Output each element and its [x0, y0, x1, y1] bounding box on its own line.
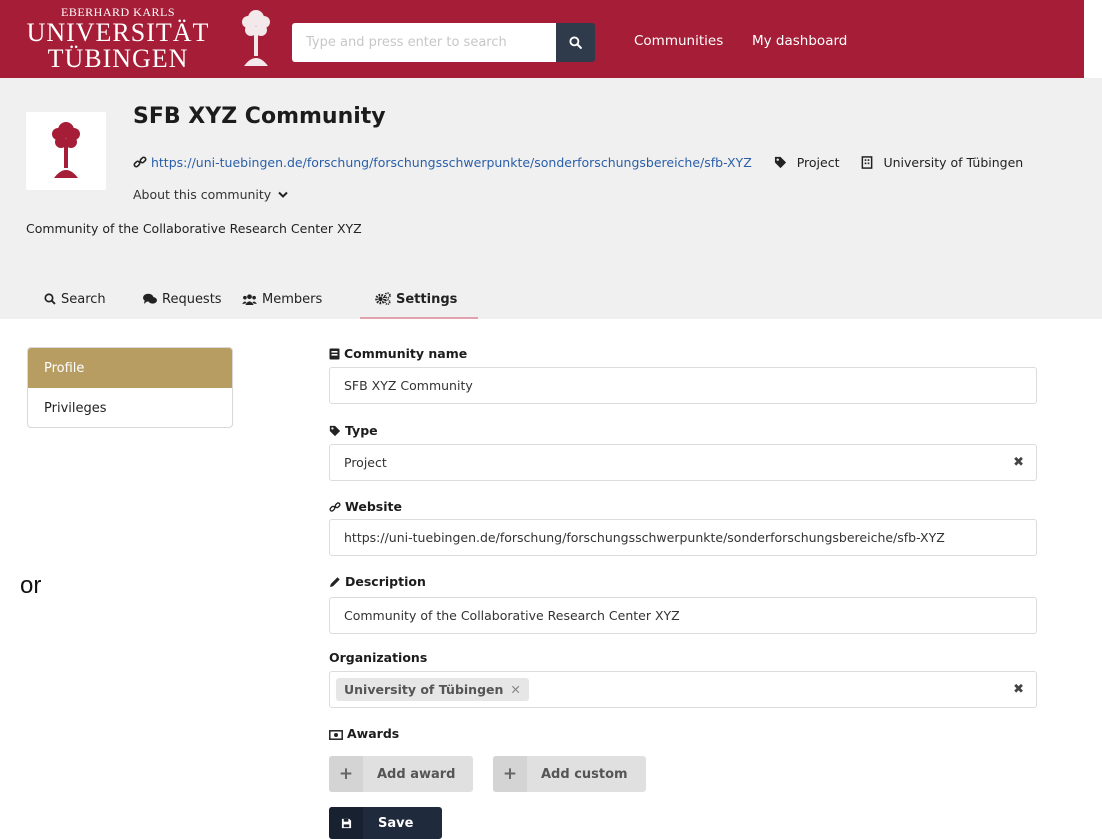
- awards-label: Awards: [329, 726, 399, 741]
- clear-organizations-icon[interactable]: ✖: [1013, 682, 1024, 697]
- website-value: https://uni-tuebingen.de/forschung/forsc…: [344, 530, 945, 545]
- building-icon: [862, 156, 873, 169]
- tab-requests-label: Requests: [162, 292, 222, 307]
- top-navbar: EBERHARD KARLS UNIVERSITÄT TÜBINGEN Comm…: [0, 0, 1084, 78]
- logo-line-2: UNIVERSITÄT: [26, 18, 210, 47]
- logo-line-1: EBERHARD KARLS: [60, 5, 175, 19]
- remove-organization-icon[interactable]: ✕: [510, 682, 520, 697]
- link-icon: [133, 156, 147, 168]
- type-select-value: Project: [344, 455, 387, 470]
- community-logo: [26, 112, 106, 190]
- plus-icon: +: [493, 756, 527, 792]
- tab-settings[interactable]: Settings: [375, 292, 457, 307]
- description-value: Community of the Collaborative Research …: [344, 608, 680, 623]
- tag-icon: [329, 425, 341, 437]
- side-menu-privileges[interactable]: Privileges: [28, 388, 232, 427]
- about-community-label: About this community: [133, 187, 272, 202]
- comments-icon: [143, 293, 157, 304]
- organization-chip[interactable]: University of Tübingen ✕: [336, 678, 529, 701]
- tag-icon: [774, 156, 786, 169]
- tab-search[interactable]: Search: [44, 292, 106, 307]
- save-label: Save: [378, 815, 414, 831]
- community-type: Project: [796, 155, 840, 170]
- about-community-toggle[interactable]: About this community: [133, 187, 288, 202]
- pencil-icon: [330, 577, 340, 587]
- save-icon: [329, 807, 363, 839]
- community-name-label: Community name: [329, 346, 467, 361]
- add-custom-button[interactable]: + Add custom: [493, 756, 646, 792]
- add-award-button[interactable]: + Add award: [329, 756, 474, 792]
- tab-search-label: Search: [61, 292, 106, 307]
- cropped-text: or: [20, 572, 42, 599]
- search-input[interactable]: [292, 23, 556, 62]
- organizations-select[interactable]: University of Tübingen ✕ ✖: [329, 671, 1037, 708]
- active-tab-indicator: [360, 317, 478, 319]
- book-icon: [329, 348, 340, 360]
- organization-chip-label: University of Tübingen: [344, 682, 504, 697]
- community-website-link[interactable]: https://uni-tuebingen.de/forschung/forsc…: [151, 155, 752, 170]
- search-icon: [569, 36, 582, 49]
- community-name-input[interactable]: SFB XYZ Community: [329, 367, 1037, 404]
- type-label-text: Type: [345, 423, 378, 438]
- logo-line-3: TÜBINGEN: [47, 44, 189, 73]
- add-award-label: Add award: [377, 766, 456, 782]
- money-bill-icon: [329, 730, 343, 740]
- description-input[interactable]: Community of the Collaborative Research …: [329, 597, 1037, 634]
- search-button[interactable]: [556, 23, 595, 62]
- add-custom-label: Add custom: [541, 766, 628, 782]
- community-name-label-text: Community name: [344, 346, 468, 361]
- settings-side-menu: Profile Privileges: [27, 347, 233, 428]
- description-label-text: Description: [345, 574, 426, 589]
- website-input[interactable]: https://uni-tuebingen.de/forschung/forsc…: [329, 519, 1037, 556]
- tab-members[interactable]: Members: [242, 292, 322, 307]
- clear-type-icon[interactable]: ✖: [1013, 455, 1024, 470]
- community-description: Community of the Collaborative Research …: [26, 221, 362, 236]
- community-name-value: SFB XYZ Community: [344, 378, 473, 393]
- nav-dashboard-link[interactable]: My dashboard: [752, 33, 847, 49]
- nav-communities-link[interactable]: Communities: [634, 33, 723, 49]
- plus-icon: +: [329, 756, 363, 792]
- tab-settings-label: Settings: [396, 292, 458, 307]
- website-label-text: Website: [345, 499, 402, 514]
- link-icon: [329, 502, 341, 512]
- tab-members-label: Members: [262, 292, 323, 307]
- side-menu-profile[interactable]: Profile: [28, 348, 232, 388]
- organizations-label: Organizations: [329, 650, 428, 665]
- community-meta: https://uni-tuebingen.de/forschung/forsc…: [133, 155, 1023, 170]
- chevron-down-icon: [278, 191, 288, 198]
- type-select[interactable]: Project ✖: [329, 444, 1037, 481]
- tree-logo-icon: [52, 122, 80, 178]
- save-button[interactable]: Save: [329, 807, 442, 839]
- website-label: Website: [329, 499, 402, 514]
- awards-label-text: Awards: [347, 726, 400, 741]
- tree-logo-icon[interactable]: [238, 8, 274, 70]
- community-title: SFB XYZ Community: [133, 104, 386, 129]
- type-label: Type: [329, 423, 378, 438]
- university-logo-text[interactable]: EBERHARD KARLS UNIVERSITÄT TÜBINGEN: [18, 6, 218, 72]
- users-icon: [242, 294, 257, 305]
- description-label: Description: [329, 574, 426, 589]
- cogs-icon: [375, 292, 391, 306]
- tab-requests[interactable]: Requests: [143, 292, 222, 307]
- search-icon: [44, 293, 56, 305]
- community-organization: University of Tübingen: [883, 155, 1024, 170]
